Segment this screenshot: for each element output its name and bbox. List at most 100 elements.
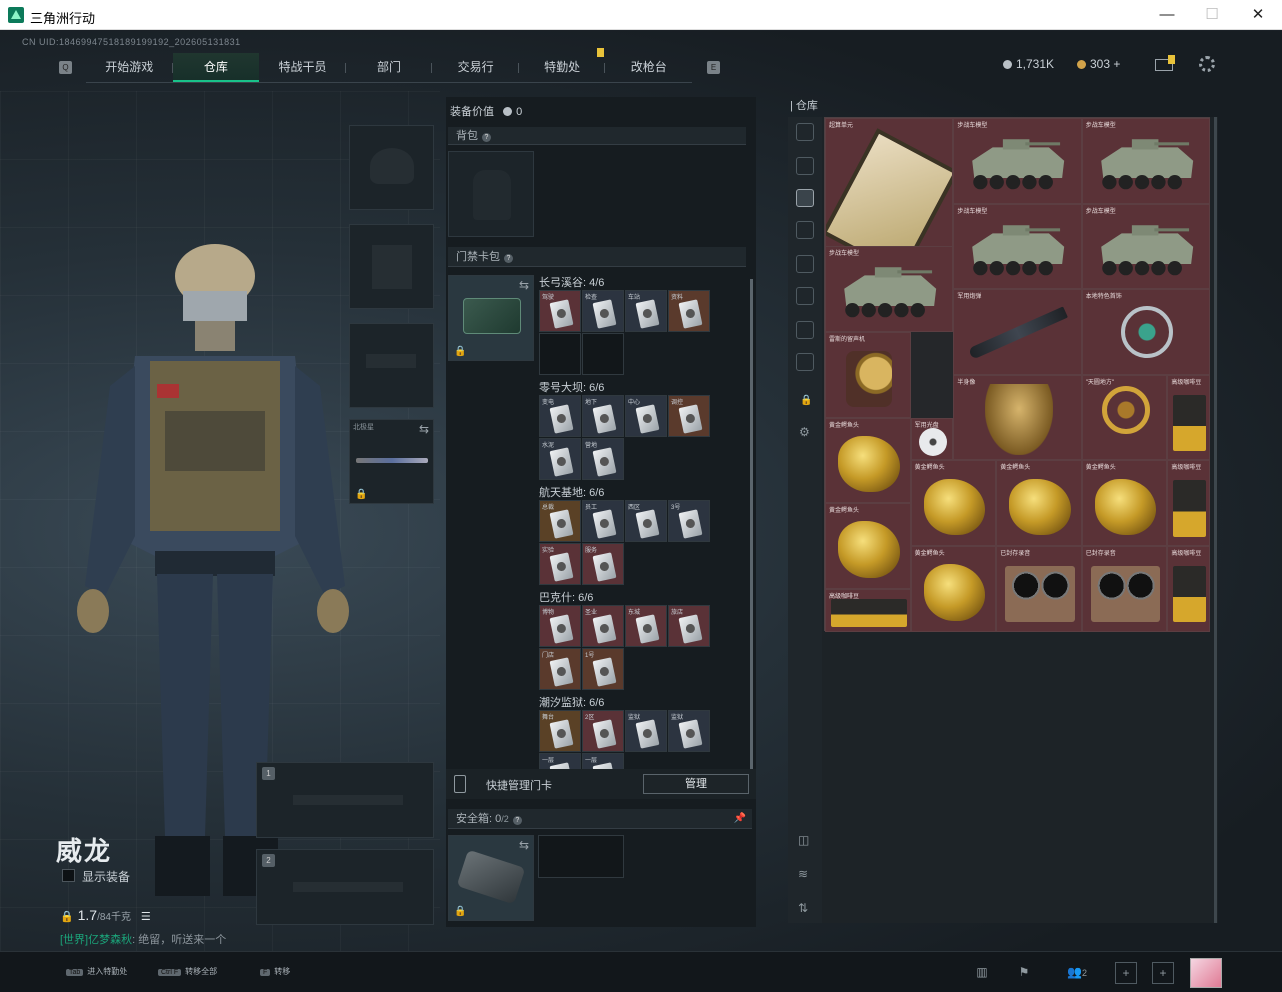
keycard-item[interactable]: 1号: [582, 648, 624, 690]
keycard-item[interactable]: 调控: [668, 395, 710, 437]
stash-tab-all-icon[interactable]: [796, 123, 814, 141]
stash-item[interactable]: 半身像: [953, 374, 1082, 461]
safebox-slot[interactable]: ⇆ 🔒: [448, 835, 534, 921]
player-avatar[interactable]: [1190, 958, 1222, 988]
stash-item[interactable]: 黄金鳄鱼头: [910, 460, 997, 546]
stash-item[interactable]: 黄金鳄鱼头: [996, 460, 1082, 546]
lock-icon[interactable]: 🔒: [800, 395, 812, 406]
show-equipment-checkbox[interactable]: [62, 869, 75, 882]
stash-item[interactable]: 已封存录音: [996, 546, 1082, 632]
keycard-item[interactable]: 资料: [668, 290, 710, 332]
stash-item[interactable]: 已封存录音: [1081, 546, 1168, 632]
squad-icon[interactable]: 👥2: [1060, 962, 1094, 984]
stash-scrollbar[interactable]: [1214, 117, 1217, 923]
backpack-slot[interactable]: [448, 151, 534, 237]
stash-item[interactable]: 步战车模型: [1081, 203, 1211, 290]
stash-item[interactable]: 高级咖啡豆: [1167, 460, 1211, 546]
stash-item[interactable]: 雷斯的留声机: [825, 332, 911, 418]
helmet-slot[interactable]: [349, 125, 434, 210]
keycard-scrollbar[interactable]: [750, 279, 753, 771]
gold-currency[interactable]: 303 +: [1077, 57, 1120, 71]
swap-icon[interactable]: ⇆: [419, 422, 429, 436]
stash-tab-3-icon[interactable]: [796, 221, 814, 239]
keycard-item[interactable]: 圣业: [582, 605, 624, 647]
hotkey-transfer[interactable]: F 转移: [260, 966, 290, 977]
keycard-item[interactable]: 监狱: [668, 710, 710, 752]
nav-prev-key[interactable]: Q: [59, 61, 72, 74]
keycard-item[interactable]: 西区: [625, 500, 667, 542]
stash-tab-5-icon[interactable]: [796, 287, 814, 305]
secondary-weapon-slot[interactable]: 2: [256, 849, 434, 925]
tab-special-ops[interactable]: 特勤处: [519, 53, 606, 82]
add-teammate-button[interactable]: +: [1152, 962, 1174, 984]
keycard-item[interactable]: 车站: [625, 290, 667, 332]
melee-slot[interactable]: 北极星 ⇆ 🔒: [349, 419, 434, 504]
stash-tab-7-icon[interactable]: [796, 353, 814, 371]
keycard-item[interactable]: 实验: [539, 543, 581, 585]
manage-button[interactable]: 管理: [643, 774, 749, 794]
stash-item[interactable]: 军用炮弹: [953, 289, 1082, 375]
tab-start-game[interactable]: 开始游戏: [86, 53, 173, 82]
stash-tab-6-icon[interactable]: [796, 321, 814, 339]
settings-gear-icon[interactable]: [1199, 56, 1215, 72]
hotkey-tab[interactable]: Tab 进入特勤处: [66, 966, 127, 977]
help-icon[interactable]: ?: [482, 133, 491, 142]
stash-item[interactable]: 本地特色首饰: [1081, 289, 1211, 375]
stash-item[interactable]: 高级咖啡豆: [825, 588, 911, 632]
keycard-item[interactable]: 员工: [582, 500, 624, 542]
keycard-item[interactable]: 旅店: [668, 605, 710, 647]
keycard-item[interactable]: 检查: [582, 290, 624, 332]
minimize-button[interactable]: —: [1152, 4, 1182, 26]
keycard-item[interactable]: 东城: [625, 605, 667, 647]
stash-item[interactable]: 步战车模型: [1081, 118, 1211, 204]
stash-item[interactable]: 黄金鳄鱼头: [825, 503, 911, 589]
keycard-item[interactable]: 水泥: [539, 438, 581, 480]
keycard-empty-cell[interactable]: [582, 333, 624, 375]
stats-icon[interactable]: ▥: [971, 962, 993, 984]
list-icon[interactable]: ☰: [141, 911, 151, 923]
keycard-case-slot[interactable]: ⇆ 🔒: [448, 275, 534, 361]
maximize-button[interactable]: ☐: [1197, 4, 1227, 26]
stash-item[interactable]: 军用光盘: [910, 417, 954, 461]
pistol-slot[interactable]: [349, 323, 434, 408]
keycard-item[interactable]: 3号: [668, 500, 710, 542]
stash-item[interactable]: 高级咖啡豆: [1167, 546, 1211, 632]
keycard-item[interactable]: 服务: [582, 543, 624, 585]
keycard-item[interactable]: 变电: [539, 395, 581, 437]
help-icon[interactable]: ?: [512, 816, 522, 825]
layers-icon[interactable]: ≋: [798, 867, 808, 881]
gear-icon[interactable]: ⚙: [799, 425, 810, 439]
nav-next-key[interactable]: E: [707, 61, 720, 74]
tab-operators[interactable]: 特战干员: [259, 53, 346, 82]
keycard-item[interactable]: 门店: [539, 648, 581, 690]
keycard-item[interactable]: 营地: [582, 438, 624, 480]
pin-icon[interactable]: 📌: [734, 809, 746, 829]
stash-item[interactable]: 黄金鳄鱼头: [1081, 460, 1168, 546]
tab-gunsmith[interactable]: 改枪台: [605, 53, 692, 82]
stash-item[interactable]: 黄金鳄鱼头: [825, 417, 911, 504]
filter-icon[interactable]: ◫: [798, 833, 809, 847]
keycard-item[interactable]: 中心: [625, 395, 667, 437]
tab-trading[interactable]: 交易行: [432, 53, 519, 82]
swap-icon[interactable]: ⇆: [519, 278, 529, 292]
keycard-item[interactable]: 2区: [582, 710, 624, 752]
help-icon[interactable]: ?: [504, 254, 513, 263]
stash-tab-4-icon[interactable]: [796, 255, 814, 273]
keycard-empty-cell[interactable]: [539, 333, 581, 375]
primary-weapon-slot[interactable]: 1: [256, 762, 434, 838]
safebox-empty-cell[interactable]: [538, 835, 624, 878]
tab-department[interactable]: 部门: [346, 53, 433, 82]
chat-line[interactable]: [世界]亿梦森秋: 绝留，听送来一个: [60, 931, 226, 947]
keycard-item[interactable]: 博物: [539, 605, 581, 647]
keycard-item[interactable]: 监狱: [625, 710, 667, 752]
stash-item[interactable]: 步战车模型: [825, 246, 954, 332]
stash-tab-2-icon[interactable]: [796, 189, 814, 207]
flag-icon[interactable]: ⚑: [1013, 962, 1035, 984]
sort-icon[interactable]: ⇅: [798, 901, 808, 915]
stash-item[interactable]: 黄金鳄鱼头: [910, 546, 997, 632]
tab-warehouse[interactable]: 仓库: [172, 53, 260, 82]
stash-item[interactable]: 步战车模型: [953, 118, 1082, 204]
armor-slot[interactable]: [349, 224, 434, 309]
stash-item[interactable]: 步战车模型: [953, 203, 1082, 290]
keycard-item[interactable]: 总裁: [539, 500, 581, 542]
